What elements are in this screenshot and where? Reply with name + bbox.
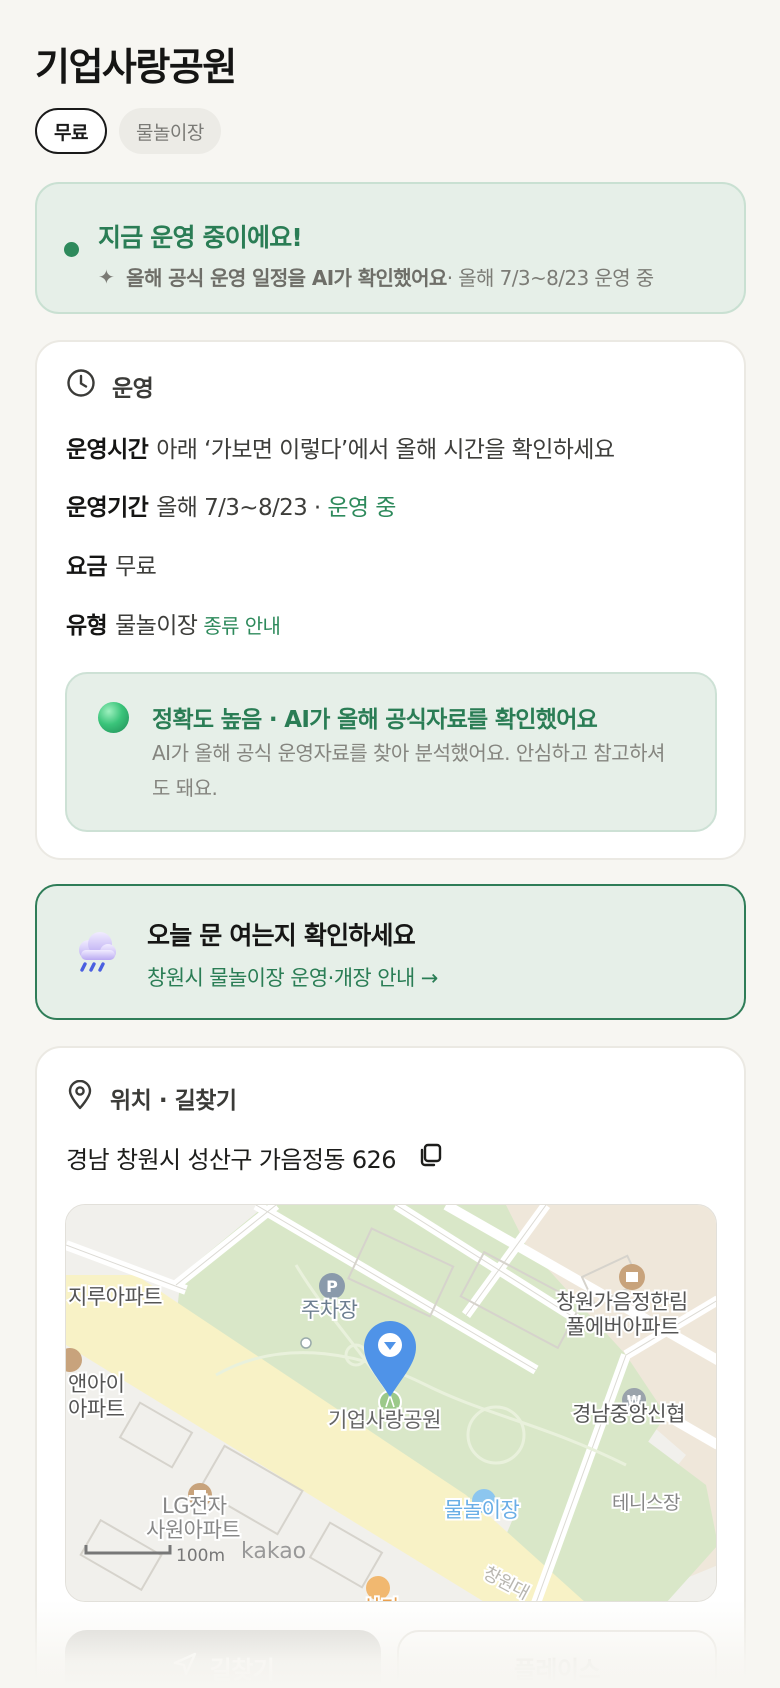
navigation-arrow-icon	[172, 1651, 198, 1683]
address-row: 경남 창원시 성산구 가음정동 626	[66, 1140, 444, 1175]
map-label-lg-1: LG전자	[162, 1494, 227, 1518]
map-label-tennis: 테니스장	[612, 1492, 680, 1514]
period-row: 운영기간 올해 7/3~8/23 · 운영 중	[66, 488, 396, 522]
map-label-shop: 상가	[362, 1596, 400, 1602]
chip-water-play[interactable]: 물놀이장	[118, 108, 221, 154]
chip-free[interactable]: 무료	[35, 108, 107, 154]
directions-button-label: 길찾기	[209, 1655, 275, 1684]
operation-heading-label: 운영	[112, 376, 154, 402]
copy-icon[interactable]	[416, 1141, 444, 1175]
map-label-lg-2: 사원아파트	[146, 1518, 240, 1542]
status-dot-icon	[64, 242, 79, 257]
accuracy-orb-icon	[98, 702, 129, 733]
map-label-bank: 경남중앙신협	[572, 1402, 685, 1426]
type-info-link[interactable]: 종류 안내	[203, 614, 281, 638]
map-label-parking: 주차장	[301, 1298, 358, 1322]
status-title: 지금 운영 중이에요!	[98, 223, 303, 252]
map-label-apt-right-2: 풀에버아파트	[566, 1315, 679, 1339]
location-heading-label: 위치 · 길찾기	[110, 1088, 237, 1114]
fee-value: 무료	[115, 554, 157, 580]
fee-row: 요금 무료	[66, 547, 157, 581]
map-view[interactable]: P ₩ 지루아파트 앤아이 아파트 주차장 기업사랑공원 창원가음정한림 풀에버…	[65, 1204, 717, 1602]
map-pin-icon	[66, 1079, 94, 1116]
sparkle-icon: ✦	[98, 264, 115, 289]
open-check-banner[interactable]: 오늘 문 여는지 확인하세요 창원시 물놀이장 운영·개장 안내 →	[35, 884, 746, 1020]
place-button[interactable]: 플레이스	[397, 1630, 717, 1688]
hours-label: 운영시간	[66, 437, 149, 463]
type-label: 유형	[66, 613, 108, 639]
hours-row: 운영시간 아래 ‘가보면 이렇다’에서 올해 시간을 확인하세요	[66, 430, 615, 464]
map-label-apt-right-1: 창원가음정한림	[556, 1290, 688, 1314]
hours-value: 아래 ‘가보면 이렇다’에서 올해 시간을 확인하세요	[156, 437, 615, 463]
open-check-title: 오늘 문 여는지 확인하세요	[147, 921, 416, 950]
svg-text:P: P	[326, 1277, 338, 1296]
place-button-label: 플레이스	[513, 1655, 601, 1684]
type-row: 유형 물놀이장 종류 안내	[66, 606, 281, 640]
accuracy-box: 정확도 높음 · AI가 올해 공식자료를 확인했어요 AI가 올해 공식 운영…	[65, 672, 717, 832]
period-label: 운영기간	[66, 495, 149, 521]
operation-card: 운영 운영시간 아래 ‘가보면 이렇다’에서 올해 시간을 확인하세요 운영기간 올…	[35, 340, 746, 860]
type-value: 물놀이장	[115, 613, 198, 639]
page-title: 기업사랑공원	[35, 45, 237, 89]
status-ai-note: 올해 공식 운영 일정을 AI가 확인했어요	[126, 266, 447, 290]
fee-label: 요금	[66, 554, 108, 580]
rain-cloud-icon	[73, 930, 119, 978]
open-check-link[interactable]: 창원시 물놀이장 운영·개장 안내 →	[147, 962, 438, 992]
status-subtitle: ✦ 올해 공식 운영 일정을 AI가 확인했어요 · 올해 7/3~8/23 운…	[98, 262, 654, 291]
map-label-apt-left-top: 지루아파트	[68, 1285, 162, 1309]
address-text: 경남 창원시 성산구 가음정동 626	[66, 1146, 396, 1174]
action-buttons: 길찾기 플레이스	[65, 1630, 717, 1688]
map-scale-label: 100m	[176, 1546, 225, 1566]
operation-heading: 운영	[66, 368, 154, 404]
directions-button[interactable]: 길찾기	[65, 1630, 381, 1688]
clock-icon	[66, 368, 96, 404]
accuracy-title: 정확도 높음 · AI가 올해 공식자료를 확인했어요	[152, 707, 598, 733]
map-brand-label: kakao	[241, 1539, 306, 1564]
map-label-water-play: 물놀이장	[444, 1498, 519, 1522]
period-status: 운영 중	[327, 495, 396, 521]
accuracy-body: AI가 올해 공식 운영자료를 찾아 분석했어요. 안심하고 참고하셔도 돼요.	[152, 741, 665, 800]
map-label-apt-left-mid-2: 아파트	[68, 1397, 125, 1421]
map-label-apt-left-mid-1: 앤아이	[68, 1372, 124, 1396]
period-value: 올해 7/3~8/23 ·	[156, 495, 328, 521]
status-banner: 지금 운영 중이에요! ✦ 올해 공식 운영 일정을 AI가 확인했어요 · 올…	[35, 182, 746, 314]
tag-chips: 무료 물놀이장	[35, 108, 221, 154]
status-period-note: · 올해 7/3~8/23 운영 중	[446, 266, 654, 290]
location-heading: 위치 · 길찾기	[66, 1079, 237, 1116]
map-label-park: 기업사랑공원	[328, 1408, 441, 1432]
location-card: 위치 · 길찾기 경남 창원시 성산구 가음정동 626 P ₩ 지루아파트 앤…	[35, 1046, 746, 1688]
